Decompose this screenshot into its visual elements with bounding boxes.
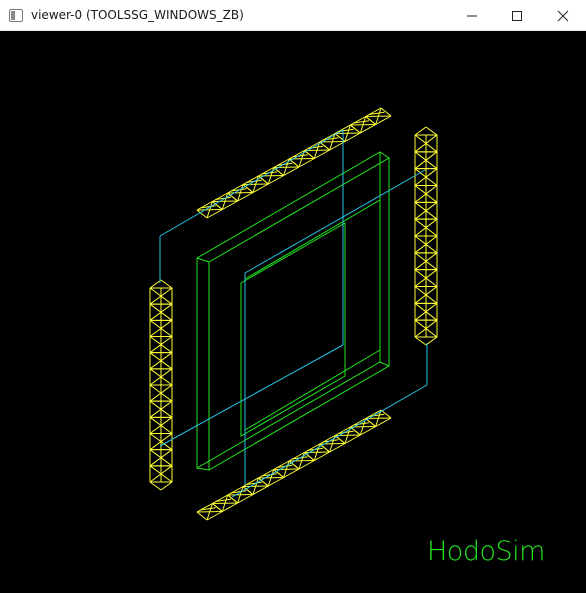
hodoscope-plane-top-segment — [334, 124, 361, 142]
segment-edge — [319, 443, 330, 453]
hodoscope-plane-left-segment — [149, 336, 173, 354]
segment-edge — [149, 279, 162, 289]
segment-edge — [273, 167, 284, 176]
hodoscope-plane-bottom-segment — [319, 435, 346, 453]
hodoscope-plane-left-segment — [149, 449, 173, 467]
hodoscope-plane-right-segment — [414, 252, 438, 271]
segment-edge — [425, 126, 438, 136]
hodoscope-plane-right-segment — [414, 168, 438, 186]
title-bar[interactable]: viewer-0 (TOOLSSG_WINDOWS_ZB) — [0, 0, 586, 31]
close-button[interactable] — [540, 0, 586, 31]
segment-edge — [242, 184, 254, 193]
frame-depth-edge — [196, 467, 210, 471]
hodoscope-plane-left — [149, 279, 173, 491]
minimize-icon — [467, 15, 477, 16]
segment-edge — [414, 126, 427, 136]
segment-edge — [160, 481, 173, 491]
hodoscope-plane-right-segment — [414, 319, 438, 338]
hodoscope-plane-bottom-segment — [227, 486, 254, 504]
segment-edge — [288, 460, 300, 470]
hodoscope-plane-right-segment — [414, 235, 438, 254]
frame-outer-back — [208, 157, 390, 471]
hodoscope-plane-top-segment — [242, 175, 269, 193]
frame-depth-edge — [379, 361, 390, 367]
hodoscope-plane-right-segment — [414, 151, 438, 170]
hodoscope-plane-left-segment — [149, 368, 173, 386]
hodoscope-plane-top-segment — [273, 158, 300, 176]
hodoscope-plane-bottom-segment — [304, 443, 330, 461]
hodoscope-plane-left-segment — [149, 384, 173, 402]
segment-edge — [380, 107, 392, 117]
hodoscope-plane-left-segment — [149, 400, 173, 418]
hodoscope-plane-right — [414, 126, 438, 346]
segment-edge — [380, 409, 392, 419]
3d-viewport[interactable]: HodoSim — [0, 31, 586, 593]
maximize-button[interactable] — [494, 0, 540, 31]
hodoscope-plane-right-segment — [414, 269, 438, 287]
hodoscope-plane-top-segment — [196, 201, 223, 219]
maximize-icon — [512, 10, 522, 21]
hodoscope-plane-left-segment — [149, 352, 173, 370]
frame-depth-edge — [196, 257, 210, 263]
hodoscope-plane-left-segment — [149, 319, 173, 337]
hodoscope-plane-right-segment — [414, 134, 438, 153]
hodoscope-plane-left-segment — [149, 416, 173, 434]
hodoscope-plane-top-segment — [212, 192, 238, 210]
app-icon — [9, 9, 23, 22]
detector-scene — [149, 107, 438, 521]
hodoscope-plane-right-segment — [414, 302, 438, 321]
brand-label: HodoSim — [427, 536, 545, 567]
segment-edge — [258, 175, 269, 185]
hodoscope-plane-bottom-segment — [196, 503, 223, 521]
hodoscope-plane-bottom-segment — [242, 477, 269, 495]
segment-edge — [160, 279, 173, 289]
segment-edge — [212, 503, 223, 512]
segment-edge — [196, 511, 208, 521]
hodoscope-plane-left-segment — [149, 303, 173, 321]
window-title: viewer-0 (TOOLSSG_WINDOWS_ZB) — [31, 8, 244, 22]
frame-depth-edge — [379, 151, 390, 159]
hodoscope-plane-right-segment — [414, 185, 438, 203]
hodoscope-plane-left-segment — [149, 465, 173, 483]
track-line — [159, 129, 344, 237]
hodoscope-plane-bottom — [196, 409, 392, 521]
minimize-button[interactable] — [449, 0, 495, 31]
segment-edge — [350, 124, 361, 134]
frame-outer-front — [196, 151, 381, 469]
hodoscope-plane-right-segment — [414, 286, 438, 304]
close-icon — [557, 10, 569, 21]
frame-inner-front — [240, 222, 346, 437]
segment-edge — [365, 116, 376, 125]
segment-edge — [425, 336, 438, 346]
hodoscope-plane-left-segment — [149, 287, 173, 305]
segment-edge — [414, 336, 427, 346]
hodoscope-plane-bottom-segment — [288, 452, 315, 470]
hodoscope-plane-right-segment — [414, 218, 438, 237]
segment-edge — [149, 481, 162, 491]
hodoscope-plane-top-segment — [258, 167, 284, 185]
hodoscope-plane-top-segment — [227, 184, 254, 202]
track-line — [244, 169, 426, 274]
track-line — [231, 384, 428, 498]
hodoscope-plane-right-segment — [414, 201, 438, 220]
segment-edge — [304, 452, 315, 461]
hodoscope-plane-bottom-segment — [212, 494, 238, 512]
hodoscope-plane-top-segment — [350, 116, 376, 134]
hodoscope-plane-bottom-segment — [258, 469, 284, 487]
hodoscope-plane-top-segment — [365, 107, 392, 125]
viewer-window: viewer-0 (TOOLSSG_WINDOWS_ZB) HodoSim — [0, 0, 586, 593]
hodoscope-plane-bottom-segment — [273, 460, 300, 478]
track-line — [159, 344, 344, 447]
